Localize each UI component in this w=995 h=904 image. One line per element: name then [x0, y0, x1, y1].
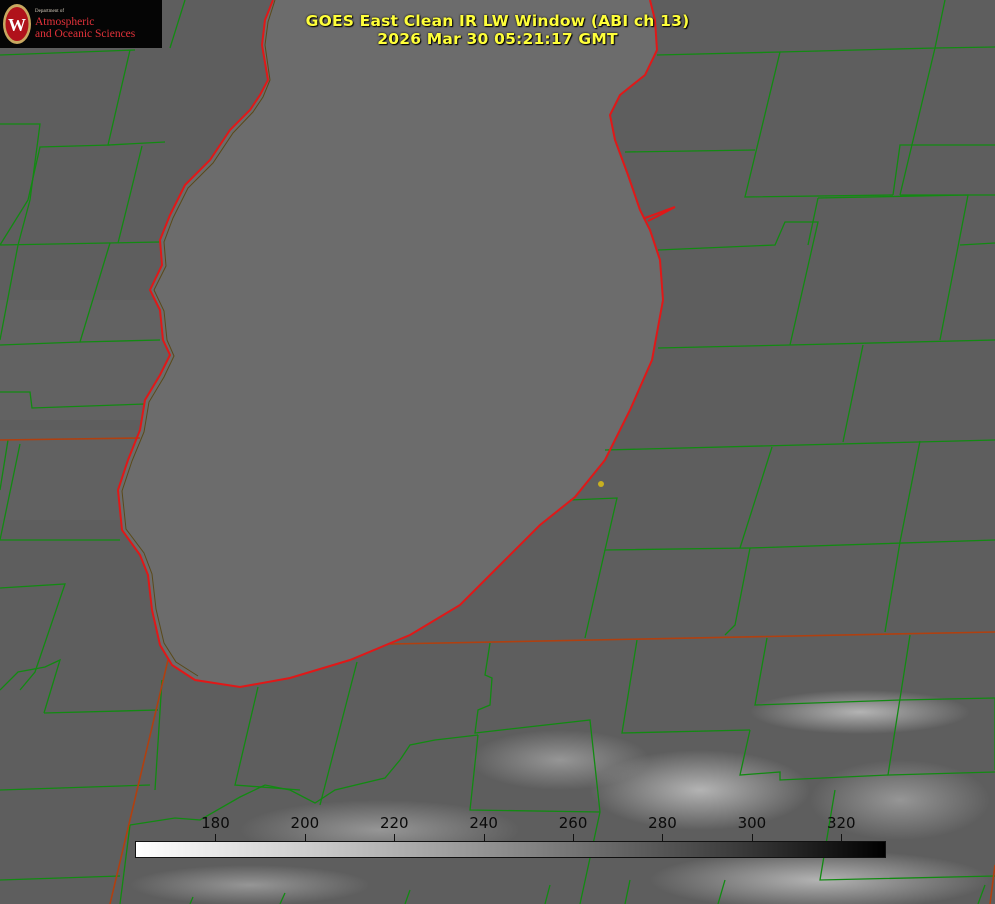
colorbar-tick	[573, 834, 575, 841]
colorbar-tick	[215, 834, 217, 841]
colorbar-tick-label: 280	[648, 814, 677, 832]
colorbar	[135, 841, 886, 858]
colorbar-tick-label: 180	[201, 814, 230, 832]
colorbar-tick	[662, 834, 664, 841]
colorbar-tick	[751, 834, 753, 841]
colorbar-tick-label: 320	[826, 814, 856, 832]
colorbar-tick	[841, 834, 843, 841]
colorbar-tick-label: 220	[379, 814, 409, 832]
colorbar-tick	[483, 834, 485, 841]
colorbar-tick-label: 240	[469, 814, 498, 832]
image-timestamp: 2026 Mar 30 05:21:17 GMT	[377, 30, 618, 48]
colorbar-tick-label: 200	[290, 814, 320, 832]
satellite-map	[0, 0, 995, 904]
image-title: GOES East Clean IR LW Window (ABI ch 13)	[305, 12, 690, 30]
colorbar-tick	[394, 834, 396, 841]
colorbar-tick-label: 300	[737, 814, 767, 832]
colorbar-tick	[304, 834, 306, 841]
colorbar-tick-label: 260	[558, 814, 588, 832]
location-marker	[598, 481, 604, 487]
